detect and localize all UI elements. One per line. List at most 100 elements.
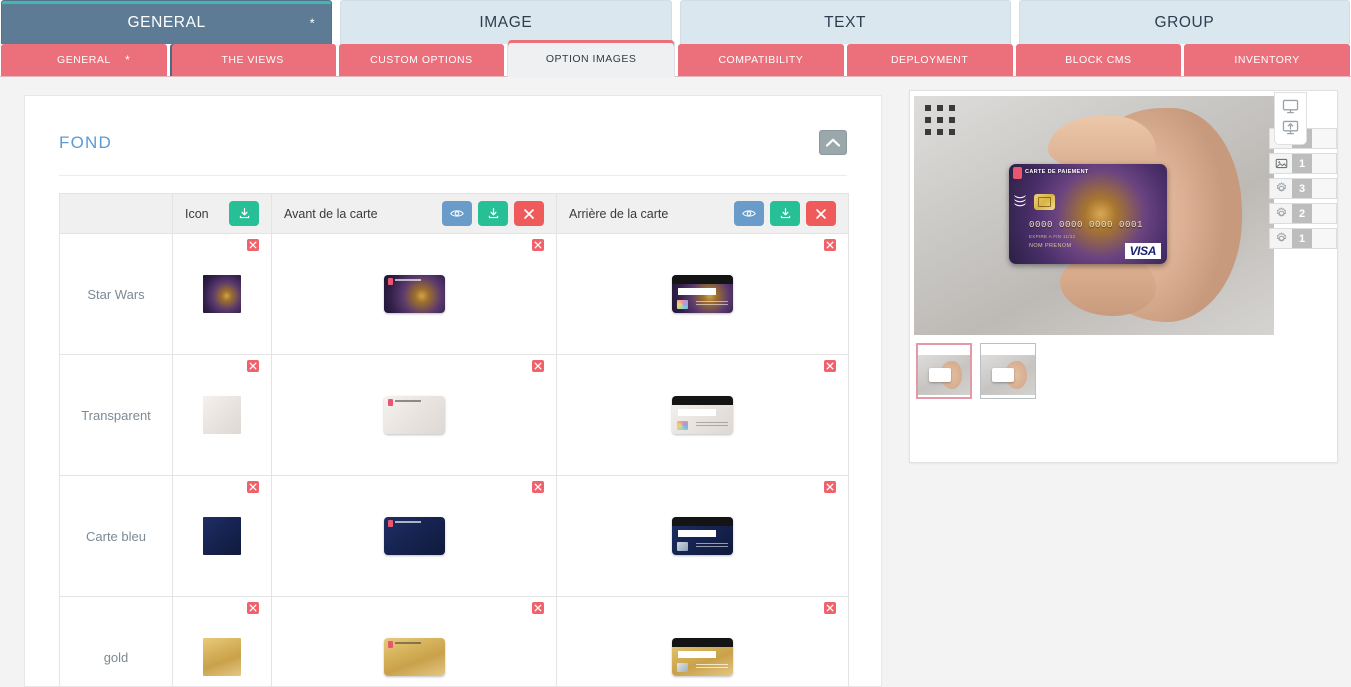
card-brand-text bbox=[394, 642, 421, 644]
sub-tab-inventory[interactable]: INVENTORY bbox=[1184, 44, 1350, 76]
row-back-thumbnail[interactable] bbox=[672, 638, 733, 676]
sub-tab-block-cms[interactable]: BLOCK CMS bbox=[1015, 44, 1182, 76]
delete-icon-button[interactable] bbox=[247, 481, 259, 493]
layer-count: 2 bbox=[1292, 204, 1312, 223]
close-icon bbox=[249, 241, 257, 249]
table-row: Star Wars bbox=[59, 233, 849, 355]
sub-tab-compatibility[interactable]: COMPATIBILITY bbox=[678, 44, 844, 76]
row-icon-thumbnail[interactable] bbox=[203, 638, 241, 676]
chevron-up-icon bbox=[826, 138, 840, 147]
layer-item[interactable]: 1 bbox=[1269, 228, 1337, 249]
close-icon bbox=[534, 604, 542, 612]
sub-tab-option-images[interactable]: OPTION IMAGES bbox=[507, 40, 675, 77]
preview-thumbnail-back[interactable] bbox=[980, 343, 1036, 399]
row-front-thumbnail[interactable] bbox=[383, 275, 445, 313]
table-row: Carte bleu bbox=[59, 475, 849, 597]
row-front-thumbnail[interactable] bbox=[383, 517, 445, 555]
main-tab-general[interactable]: GENERAL * bbox=[1, 0, 333, 44]
preview-thumbnail-front[interactable] bbox=[916, 343, 972, 399]
delete-back-button[interactable] bbox=[824, 481, 836, 493]
row-back-cell bbox=[556, 354, 849, 476]
row-front-thumbnail[interactable] bbox=[383, 396, 445, 434]
magnetic-strip bbox=[672, 275, 733, 284]
delete-icon-button[interactable] bbox=[247, 239, 259, 251]
main-tab-text[interactable]: TEXT bbox=[679, 0, 1011, 44]
layer-item[interactable]: 1 bbox=[1269, 153, 1337, 174]
delete-front-button[interactable] bbox=[532, 239, 544, 251]
delete-back-button[interactable] bbox=[824, 360, 836, 372]
card-text-lines bbox=[696, 664, 728, 670]
preview-stage[interactable]: CARTE DE PAIEMENT ))) 0000 0000 0000 000… bbox=[914, 96, 1274, 335]
row-icon-thumbnail[interactable] bbox=[203, 396, 241, 434]
delete-back-button[interactable] bbox=[824, 239, 836, 251]
card-logo-icon bbox=[387, 399, 393, 406]
page-body: FOND Icon Avant de la carte Arrière de l… bbox=[0, 77, 1351, 687]
main-tab-label: IMAGE bbox=[479, 13, 533, 31]
row-icon-cell bbox=[172, 475, 272, 597]
back-delete-all-button[interactable] bbox=[806, 201, 836, 226]
main-tab-group[interactable]: GROUP bbox=[1018, 0, 1350, 44]
delete-icon-button[interactable] bbox=[247, 360, 259, 372]
card-shape bbox=[992, 367, 1014, 382]
hologram-icon bbox=[677, 663, 688, 672]
front-download-button[interactable] bbox=[478, 201, 508, 226]
back-download-button[interactable] bbox=[770, 201, 800, 226]
sub-tab-label: INVENTORY bbox=[1234, 54, 1300, 66]
row-back-cell bbox=[556, 596, 849, 686]
gear-icon bbox=[1270, 182, 1292, 195]
monitor-icon[interactable] bbox=[1282, 99, 1299, 114]
signature-panel bbox=[678, 530, 716, 537]
row-back-thumbnail[interactable] bbox=[672, 396, 733, 434]
close-icon bbox=[524, 208, 534, 219]
content-area: FOND Icon Avant de la carte Arrière de l… bbox=[0, 77, 882, 687]
th-back-label: Arrière de la carte bbox=[569, 206, 669, 221]
signature-panel bbox=[678, 288, 716, 295]
close-icon bbox=[249, 362, 257, 370]
front-preview-button[interactable] bbox=[442, 201, 472, 226]
required-star: * bbox=[309, 15, 316, 30]
upload-to-screen-icon[interactable] bbox=[1282, 120, 1299, 135]
table-body: Star Wars Transparent Carte bleu gold bbox=[59, 233, 849, 686]
row-label-cell: Transparent bbox=[59, 354, 173, 476]
th-row-label bbox=[59, 193, 173, 234]
card-text-lines bbox=[696, 301, 728, 307]
row-label-cell: gold bbox=[59, 596, 173, 686]
row-icon-thumbnail[interactable] bbox=[203, 275, 241, 313]
sub-tab-label: THE VIEWS bbox=[221, 54, 284, 66]
sub-tab-label: GENERAL bbox=[57, 54, 111, 66]
back-preview-button[interactable] bbox=[734, 201, 764, 226]
layer-item[interactable]: 3 bbox=[1269, 178, 1337, 199]
collapse-panel-button[interactable] bbox=[819, 130, 847, 155]
main-tab-image[interactable]: IMAGE bbox=[340, 0, 672, 44]
sub-tab-general[interactable]: GENERAL * bbox=[1, 44, 167, 76]
row-back-thumbnail[interactable] bbox=[672, 517, 733, 555]
delete-front-button[interactable] bbox=[532, 360, 544, 372]
payment-card-preview[interactable]: CARTE DE PAIEMENT ))) 0000 0000 0000 000… bbox=[1009, 164, 1167, 264]
layer-count: 1 bbox=[1292, 229, 1312, 248]
row-label: Star Wars bbox=[87, 286, 145, 302]
sub-tab-custom-options[interactable]: CUSTOM OPTIONS bbox=[338, 44, 505, 76]
main-tab-label: GENERAL bbox=[127, 13, 206, 31]
front-delete-all-button[interactable] bbox=[514, 201, 544, 226]
preview-tool-flyout bbox=[1274, 92, 1307, 145]
delete-front-button[interactable] bbox=[532, 481, 544, 493]
sub-tab-the-views[interactable]: THE VIEWS bbox=[169, 44, 336, 76]
thumbnail-image bbox=[918, 354, 970, 395]
card-logo-icon bbox=[387, 520, 393, 527]
card-text-lines bbox=[696, 422, 728, 428]
row-back-thumbnail[interactable] bbox=[672, 275, 733, 313]
row-icon-thumbnail[interactable] bbox=[203, 517, 241, 555]
hologram-icon bbox=[677, 542, 688, 551]
th-icon-label: Icon bbox=[185, 206, 209, 221]
drag-dots-icon[interactable] bbox=[925, 105, 955, 135]
close-icon bbox=[534, 483, 542, 491]
close-icon bbox=[826, 362, 834, 370]
layer-item[interactable]: 2 bbox=[1269, 203, 1337, 224]
delete-front-button[interactable] bbox=[532, 602, 544, 614]
delete-back-button[interactable] bbox=[824, 602, 836, 614]
delete-icon-button[interactable] bbox=[247, 602, 259, 614]
icon-download-all-button[interactable] bbox=[229, 201, 259, 226]
sub-tab-deployment[interactable]: DEPLOYMENT bbox=[846, 44, 1013, 76]
row-front-thumbnail[interactable] bbox=[383, 638, 445, 676]
table-header: Icon Avant de la carte Arrière de la car… bbox=[59, 193, 849, 234]
